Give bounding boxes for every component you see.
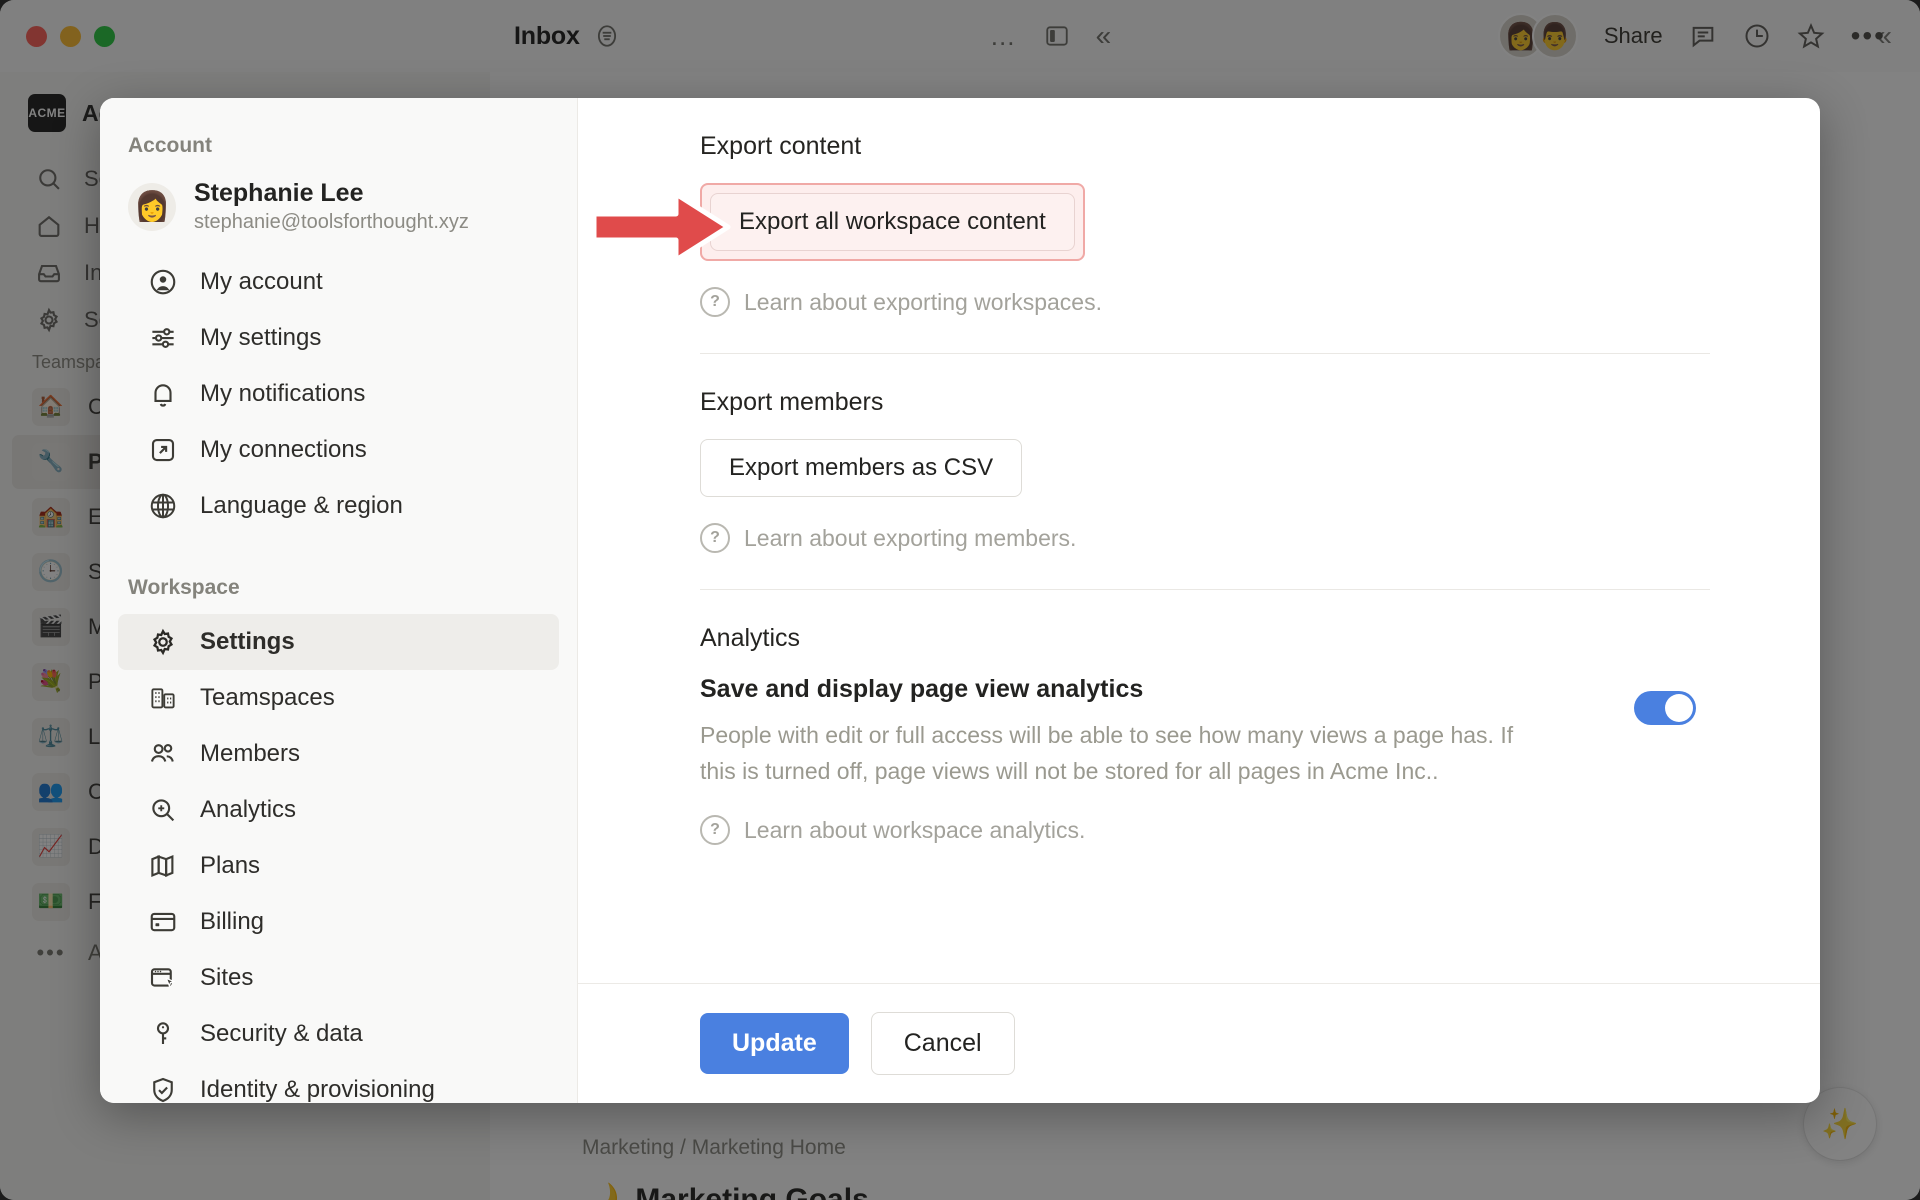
export-members-title: Export members: [700, 388, 884, 416]
sidebar-item-my-notifications[interactable]: My notifications: [118, 366, 559, 422]
update-button[interactable]: Update: [700, 1013, 849, 1074]
sidebar-item-label: Security & data: [200, 1020, 363, 1048]
gear-icon: [146, 625, 180, 659]
user-email: stephanie@toolsforthought.xyz: [194, 211, 469, 234]
globe-icon: [146, 489, 180, 523]
sidebar-item-label: My notifications: [200, 380, 366, 408]
sidebar-item-sites[interactable]: Sites: [118, 950, 559, 1006]
export-members-learn-row[interactable]: ? Learn about exporting members.: [700, 523, 1820, 553]
sidebar-item-label: Billing: [200, 908, 265, 936]
sidebar-item-security-data[interactable]: Security & data: [118, 1006, 559, 1062]
user-avatar: 👩: [128, 183, 176, 232]
user-name: Stephanie Lee: [194, 179, 364, 207]
screenshot-root: « Inbox … « 👩 👨 Sh: [0, 0, 1920, 1200]
settings-scroll-area[interactable]: Export content Export all workspace cont…: [578, 98, 1820, 983]
arrow-out-box-icon: [146, 433, 180, 467]
analytics-setting-title: Save and display page view analytics: [700, 675, 1144, 703]
analytics-setting-description: People with edit or full access will be …: [700, 722, 1514, 784]
sidebar-item-label: Settings: [200, 628, 295, 656]
analytics-setting-row: Save and display page view analytics Peo…: [700, 675, 1820, 789]
buildings-icon: [146, 681, 180, 715]
sidebar-item-label: Language & region: [200, 492, 403, 520]
people-icon: [146, 737, 180, 771]
sidebar-item-my-connections[interactable]: My connections: [118, 422, 559, 478]
sidebar-item-identity-provisioning[interactable]: Identity & provisioning: [118, 1062, 559, 1103]
sidebar-item-label: Members: [200, 740, 301, 768]
shield-check-icon: [146, 1073, 180, 1103]
divider: [700, 353, 1710, 354]
export-all-workspace-content-button[interactable]: Export all workspace content: [710, 193, 1075, 251]
sidebar-item-analytics[interactable]: Analytics: [118, 782, 559, 838]
question-circle-icon: ?: [700, 287, 730, 317]
divider: [700, 589, 1710, 590]
sidebar-item-label: My account: [200, 268, 323, 296]
sidebar-item-label: Sites: [200, 964, 254, 992]
sidebar-item-settings[interactable]: Settings: [118, 614, 559, 671]
settings-content-pane: Export content Export all workspace cont…: [578, 98, 1820, 1103]
sidebar-item-billing[interactable]: Billing: [118, 894, 559, 950]
page-view-analytics-toggle[interactable]: [1634, 691, 1696, 725]
sidebar-item-label: Identity & provisioning: [200, 1076, 435, 1103]
question-circle-icon: ?: [700, 815, 730, 846]
export-content-learn-label: Learn about exporting workspaces.: [744, 288, 1102, 315]
sliders-icon: [146, 321, 180, 355]
sidebar-item-label: My settings: [200, 324, 322, 352]
sidebar-item-label: My connections: [200, 436, 367, 464]
sidebar-item-plans[interactable]: Plans: [118, 838, 559, 894]
sidebar-item-my-account[interactable]: My account: [118, 254, 559, 310]
account-user-row[interactable]: 👩 Stephanie Lee stephanie@toolsforthough…: [100, 172, 577, 254]
analytics-learn-label: Learn about workspace analytics.: [744, 816, 1086, 843]
bell-icon: [146, 377, 180, 411]
browser-cursor-icon: [146, 961, 180, 995]
sidebar-item-teamspaces[interactable]: Teamspaces: [118, 670, 559, 726]
settings-sidebar: Account 👩 Stephanie Lee stephanie@toolsf…: [100, 98, 578, 1103]
settings-modal-footer: Update Cancel: [578, 983, 1820, 1103]
sidebar-item-language-region[interactable]: Language & region: [118, 478, 559, 534]
export-content-title: Export content: [700, 132, 862, 160]
question-circle-icon: ?: [700, 523, 730, 553]
cancel-button[interactable]: Cancel: [870, 1012, 1015, 1075]
key-icon: [146, 1017, 180, 1051]
toggle-knob: [1665, 694, 1693, 722]
analytics-title: Analytics: [700, 624, 801, 652]
sidebar-item-my-settings[interactable]: My settings: [118, 310, 559, 366]
map-icon: [146, 849, 180, 883]
analytics-learn-row[interactable]: ? Learn about workspace analytics.: [700, 815, 1820, 846]
credit-card-icon: [146, 905, 180, 939]
export-members-learn-label: Learn about exporting members.: [744, 524, 1077, 551]
magnify-plus-icon: [146, 793, 180, 827]
sidebar-item-label: Analytics: [200, 796, 297, 824]
sidebar-item-label: Teamspaces: [200, 684, 335, 712]
account-section-label: Account: [128, 134, 212, 157]
export-content-highlight: Export all workspace content: [700, 183, 1085, 261]
settings-modal: Account 👩 Stephanie Lee stephanie@toolsf…: [100, 98, 1820, 1103]
export-content-learn-row[interactable]: ? Learn about exporting workspaces.: [700, 287, 1820, 317]
sidebar-item-label: Plans: [200, 852, 261, 880]
workspace-section-label: Workspace: [128, 576, 240, 600]
sidebar-item-members[interactable]: Members: [118, 726, 559, 782]
export-members-csv-button[interactable]: Export members as CSV: [700, 439, 1023, 497]
person-circle-icon: [146, 265, 180, 299]
